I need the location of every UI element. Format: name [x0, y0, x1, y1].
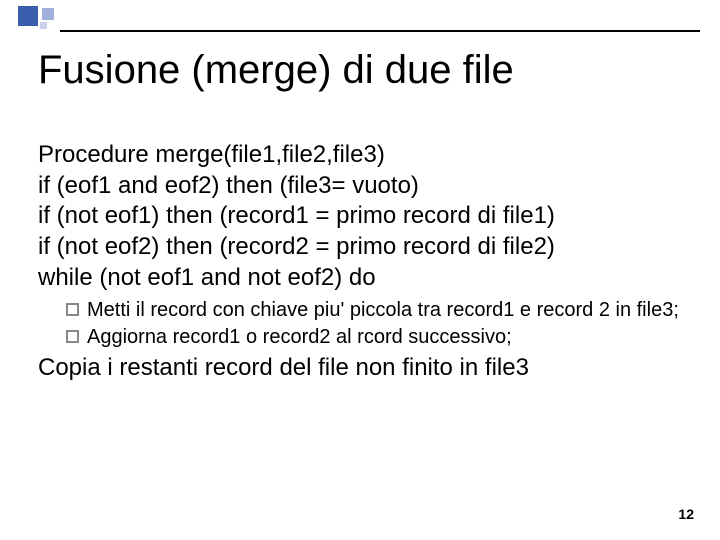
square-small	[40, 22, 47, 29]
sub-item: Metti il record con chiave piu' piccola …	[66, 298, 690, 324]
sub-list: Metti il record con chiave piu' piccola …	[38, 298, 690, 351]
square-bullet-icon	[66, 330, 79, 343]
slide: Fusione (merge) di due file Procedure me…	[0, 0, 720, 540]
code-line: Procedure merge(file1,file2,file3)	[38, 140, 690, 171]
square-mid	[42, 8, 54, 20]
slide-title: Fusione (merge) di due file	[38, 48, 690, 93]
code-line: while (not eof1 and not eof2) do	[38, 263, 690, 294]
code-line: if (not eof2) then (record2 = primo reco…	[38, 232, 690, 263]
page-number: 12	[678, 506, 694, 522]
code-line: if (eof1 and eof2) then (file3= vuoto)	[38, 171, 690, 202]
sub-item: Aggiorna record1 o record2 al rcord succ…	[66, 325, 690, 351]
final-line: Copia i restanti record del file non fin…	[38, 353, 690, 384]
square-big	[18, 6, 38, 26]
sub-item-text: Aggiorna record1 o record2 al rcord succ…	[87, 325, 512, 351]
slide-body: Procedure merge(file1,file2,file3) if (e…	[38, 140, 690, 384]
header-rule	[60, 30, 700, 32]
code-line: if (not eof1) then (record1 = primo reco…	[38, 201, 690, 232]
corner-decoration	[0, 0, 100, 40]
sub-item-text: Metti il record con chiave piu' piccola …	[87, 298, 679, 324]
square-bullet-icon	[66, 303, 79, 316]
